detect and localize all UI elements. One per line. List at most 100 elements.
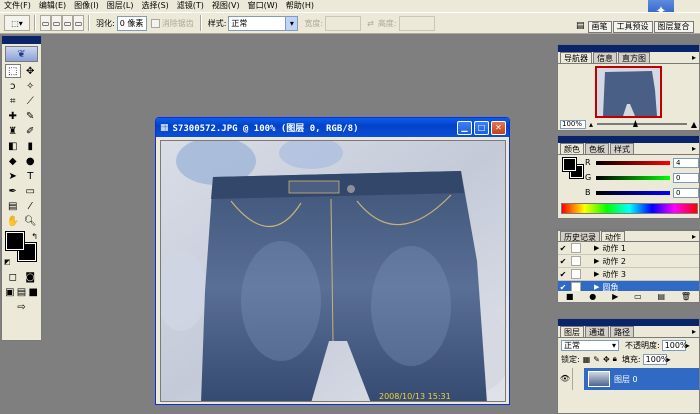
eyedropper-tool-icon[interactable]: ⁄	[22, 199, 38, 213]
layer-row[interactable]: 👁︎ 图层 0	[558, 368, 699, 390]
menu-filter[interactable]: 滤镜(T)	[175, 0, 210, 12]
feather-input[interactable]: 0 像素	[116, 15, 147, 31]
tab-swatches[interactable]: 色板	[585, 143, 609, 154]
notes-tool-icon[interactable]: ▤	[5, 199, 21, 213]
menu-edit[interactable]: 编辑(E)	[37, 0, 72, 12]
foreground-color-swatch[interactable]	[5, 231, 25, 251]
tab-navigator[interactable]: 导航器	[560, 52, 592, 63]
link-toggle[interactable]	[572, 368, 584, 390]
zoom-slider[interactable]	[597, 120, 687, 127]
check-icon[interactable]: ✔	[558, 257, 568, 266]
delete-icon[interactable]: 🗑︎	[681, 292, 691, 301]
lasso-tool-icon[interactable]: ↄ	[5, 79, 21, 93]
brush-tool-icon[interactable]: ✎	[22, 109, 38, 123]
antialias-checkbox[interactable]	[150, 18, 160, 28]
palette-well-icon[interactable]: ▤	[576, 21, 585, 34]
action-item[interactable]: ✔ ▶ 动作 2	[558, 255, 699, 268]
lock-brush-icon[interactable]: ✎	[593, 355, 600, 364]
opacity-arrow-icon[interactable]: ▸	[686, 341, 690, 350]
intersect-selection-icon[interactable]: ▭	[73, 15, 84, 31]
green-slider[interactable]	[596, 175, 670, 180]
quick-mask-mode-icon[interactable]: ◙	[22, 270, 38, 284]
screen-mode-standard-icon[interactable]: ▣	[4, 285, 16, 299]
color-foreground-swatch[interactable]	[562, 157, 577, 172]
zoom-in-icon[interactable]: ▲	[691, 120, 697, 129]
type-tool-icon[interactable]: T	[22, 169, 38, 183]
blur-tool-icon[interactable]: ◆	[5, 154, 21, 168]
tab-styles[interactable]: 样式	[610, 143, 634, 154]
healing-brush-tool-icon[interactable]: ✚	[5, 109, 21, 123]
toolbox-title-bar[interactable]	[2, 36, 41, 44]
screen-mode-fullscreen-icon[interactable]: ■	[27, 285, 39, 299]
tab-layer-comps[interactable]: 图层复合	[653, 21, 694, 33]
tab-info[interactable]: 信息	[593, 52, 617, 63]
minimize-icon[interactable]: ▁	[457, 120, 472, 135]
style-select[interactable]: 正常 ▾	[228, 15, 299, 31]
navigator-thumbnail[interactable]	[595, 66, 662, 118]
zoom-value-field[interactable]: 100%	[560, 119, 586, 129]
panel-menu-icon[interactable]: ▸	[692, 326, 699, 337]
tab-history[interactable]: 历史记录	[560, 231, 600, 242]
expand-triangle-icon[interactable]: ▶	[594, 283, 599, 291]
default-colors-icon[interactable]: ◩	[4, 258, 11, 266]
adobe-online-icon[interactable]: ❦	[5, 46, 38, 62]
tab-layers[interactable]: 图层	[560, 326, 584, 337]
panel-title-bar[interactable]	[558, 45, 699, 52]
move-tool-icon[interactable]: ✥	[22, 64, 38, 78]
action-item[interactable]: ✔ ▶ 动作 3	[558, 268, 699, 281]
menu-help[interactable]: 帮助(H)	[284, 0, 320, 12]
lock-transparency-icon[interactable]: ▦	[583, 355, 591, 364]
zoom-slider-thumb[interactable]	[632, 120, 638, 127]
tab-tool-presets[interactable]: 工具预设	[612, 21, 653, 33]
menu-file[interactable]: 文件(F)	[2, 0, 37, 12]
expand-triangle-icon[interactable]: ▶	[594, 270, 599, 278]
lock-move-icon[interactable]: ✥	[603, 355, 610, 364]
dialog-toggle-box[interactable]	[571, 256, 581, 266]
tab-histogram[interactable]: 直方图	[618, 52, 650, 63]
swap-colors-icon[interactable]: ↰	[31, 232, 38, 241]
path-selection-tool-icon[interactable]: ➤	[5, 169, 21, 183]
blue-slider[interactable]	[596, 190, 670, 195]
red-slider[interactable]	[596, 160, 670, 165]
opacity-input[interactable]: 100%	[661, 339, 688, 351]
dialog-toggle-box[interactable]	[571, 243, 581, 253]
slice-tool-icon[interactable]: ⟋	[22, 94, 38, 108]
tab-brushes[interactable]: 画笔	[587, 21, 612, 33]
dialog-toggle-box[interactable]	[571, 269, 581, 279]
new-action-icon[interactable]: ▤	[657, 292, 665, 301]
image-canvas[interactable]: 2008/10/13 15:31	[160, 140, 506, 402]
tab-paths[interactable]: 路径	[610, 326, 634, 337]
new-selection-icon[interactable]: ▭	[40, 15, 51, 31]
check-icon[interactable]: ✔	[558, 270, 568, 279]
panel-title-bar[interactable]	[558, 136, 699, 143]
menu-view[interactable]: 视图(V)	[210, 0, 246, 12]
zoom-tool-icon[interactable]: 🔍︎	[22, 214, 38, 228]
check-icon[interactable]: ✔	[558, 244, 568, 253]
screen-mode-full-icon[interactable]: ▤	[16, 285, 28, 299]
dodge-tool-icon[interactable]: ●	[22, 154, 38, 168]
fill-arrow-icon[interactable]: ▸	[667, 355, 671, 364]
marquee-tool-icon[interactable]: ⬚	[4, 64, 21, 78]
zoom-out-icon[interactable]: ▴	[589, 120, 593, 129]
tab-color[interactable]: 颜色	[560, 143, 584, 154]
panel-menu-icon[interactable]: ▸	[692, 143, 699, 154]
record-icon[interactable]: ●	[589, 292, 596, 301]
close-icon[interactable]: ✕	[491, 120, 506, 135]
stop-icon[interactable]: ■	[566, 292, 574, 301]
expand-triangle-icon[interactable]: ▶	[594, 257, 599, 265]
panel-menu-icon[interactable]: ▸	[692, 231, 699, 241]
eraser-tool-icon[interactable]: ◧	[5, 139, 21, 153]
maximize-icon[interactable]: □	[474, 120, 489, 135]
history-brush-tool-icon[interactable]: ✐	[22, 124, 38, 138]
shape-tool-icon[interactable]: ▭	[22, 184, 38, 198]
gradient-tool-icon[interactable]: ▮	[22, 139, 38, 153]
menu-select[interactable]: 选择(S)	[139, 0, 174, 12]
blend-mode-select[interactable]: 正常 ▾	[561, 339, 619, 351]
menu-layer[interactable]: 图层(L)	[105, 0, 140, 12]
action-item[interactable]: ✔ ▶ 动作 1	[558, 242, 699, 255]
document-title-bar[interactable]: ▦ S7300572.JPG @ 100% (图层 0, RGB/8) ▁ □ …	[156, 118, 509, 137]
hand-tool-icon[interactable]: ✋	[5, 214, 21, 228]
lock-all-icon[interactable]: 🔒︎	[613, 354, 617, 364]
tab-actions[interactable]: 动作	[601, 231, 625, 242]
fill-input[interactable]: 100%	[642, 353, 669, 365]
